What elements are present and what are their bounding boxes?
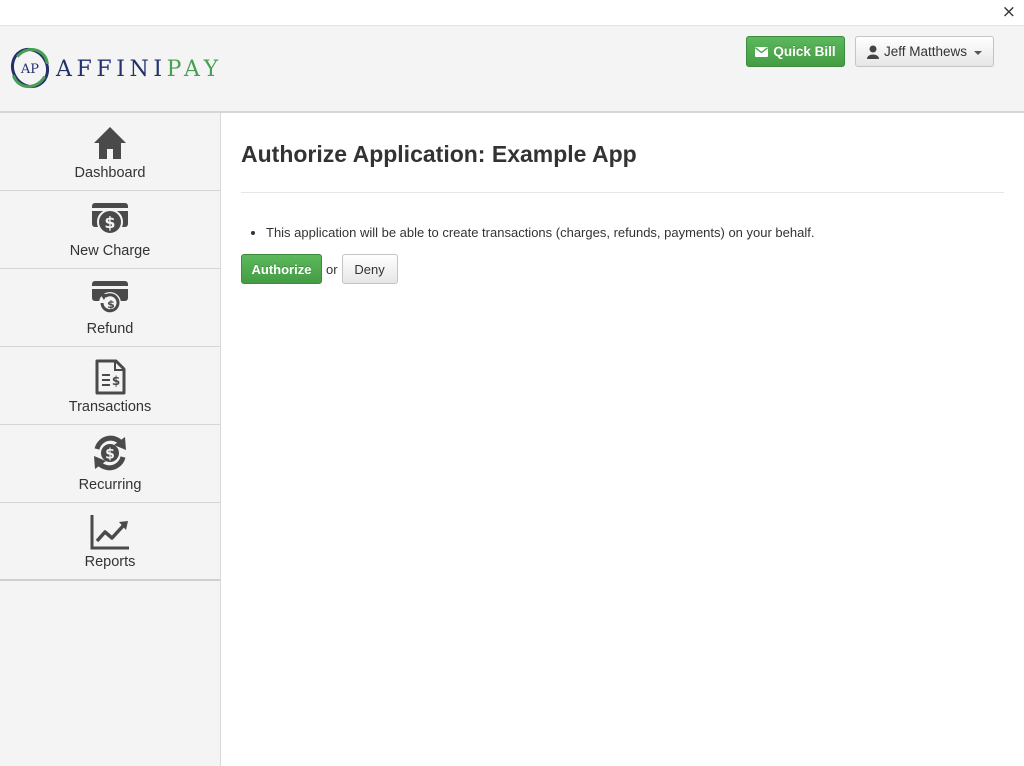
sidebar: Dashboard $ New Charge $ Refund $ Transa… xyxy=(0,113,221,766)
logo-word-pay: PAY xyxy=(166,56,223,82)
document-dollar-icon: $ xyxy=(95,359,126,395)
sidebar-item-new-charge[interactable]: $ New Charge xyxy=(0,191,220,269)
sidebar-item-label: Refund xyxy=(86,321,134,337)
logo-word-affini: AFFINI xyxy=(56,56,167,82)
line-chart-icon xyxy=(90,515,129,550)
sidebar-item-label: Recurring xyxy=(78,477,142,493)
sidebar-item-label: Reports xyxy=(84,554,136,570)
page-title: Authorize Application: Example App xyxy=(241,141,637,167)
deny-button[interactable]: Deny xyxy=(341,254,398,284)
main-content: Authorize Application: Example App This … xyxy=(241,113,1004,284)
window-title-strip: × xyxy=(0,0,1024,26)
user-icon xyxy=(866,45,879,59)
card-refund-icon: $ xyxy=(92,281,128,314)
sidebar-item-dashboard[interactable]: Dashboard xyxy=(0,113,220,191)
svg-text:$: $ xyxy=(105,447,115,463)
affinipay-logo[interactable]: AP AFFINIPAY xyxy=(10,46,223,90)
divider xyxy=(241,192,1004,193)
logo-mark-icon: AP xyxy=(10,47,50,89)
quick-bill-button[interactable]: Quick Bill xyxy=(746,36,845,67)
sidebar-item-refund[interactable]: $ Refund xyxy=(0,269,220,347)
sidebar-item-recurring[interactable]: $ Recurring xyxy=(0,425,220,503)
app-header: AP AFFINIPAY Quick Bill Jeff Matthews xyxy=(0,26,1024,113)
svg-text:$: $ xyxy=(104,213,115,232)
sidebar-item-reports[interactable]: Reports xyxy=(0,503,220,581)
user-menu-button[interactable]: Jeff Matthews xyxy=(855,36,994,67)
permission-list: This application will be able to create … xyxy=(241,225,1004,241)
svg-text:$: $ xyxy=(112,374,120,388)
sidebar-item-label: Transactions xyxy=(68,399,152,415)
home-icon xyxy=(94,127,126,159)
user-menu-label: Jeff Matthews xyxy=(883,44,968,59)
or-separator: or xyxy=(326,261,338,277)
permission-item: This application will be able to create … xyxy=(266,225,1004,241)
close-icon[interactable]: × xyxy=(1002,3,1016,21)
svg-text:$: $ xyxy=(107,298,115,311)
recurring-dollar-icon: $ xyxy=(94,435,126,471)
logo-wordmark: AFFINIPAY xyxy=(56,57,223,82)
sidebar-item-transactions[interactable]: $ Transactions xyxy=(0,347,220,425)
authorize-button[interactable]: Authorize xyxy=(241,254,322,284)
logo-monogram: AP xyxy=(20,62,39,77)
sidebar-item-label: New Charge xyxy=(69,243,151,259)
envelope-icon xyxy=(755,46,769,57)
card-dollar-icon: $ xyxy=(92,203,128,235)
quick-bill-label: Quick Bill xyxy=(773,44,836,59)
sidebar-item-label: Dashboard xyxy=(74,165,146,181)
action-row: Authorize or Deny xyxy=(241,254,1004,284)
chevron-down-icon xyxy=(974,50,983,55)
